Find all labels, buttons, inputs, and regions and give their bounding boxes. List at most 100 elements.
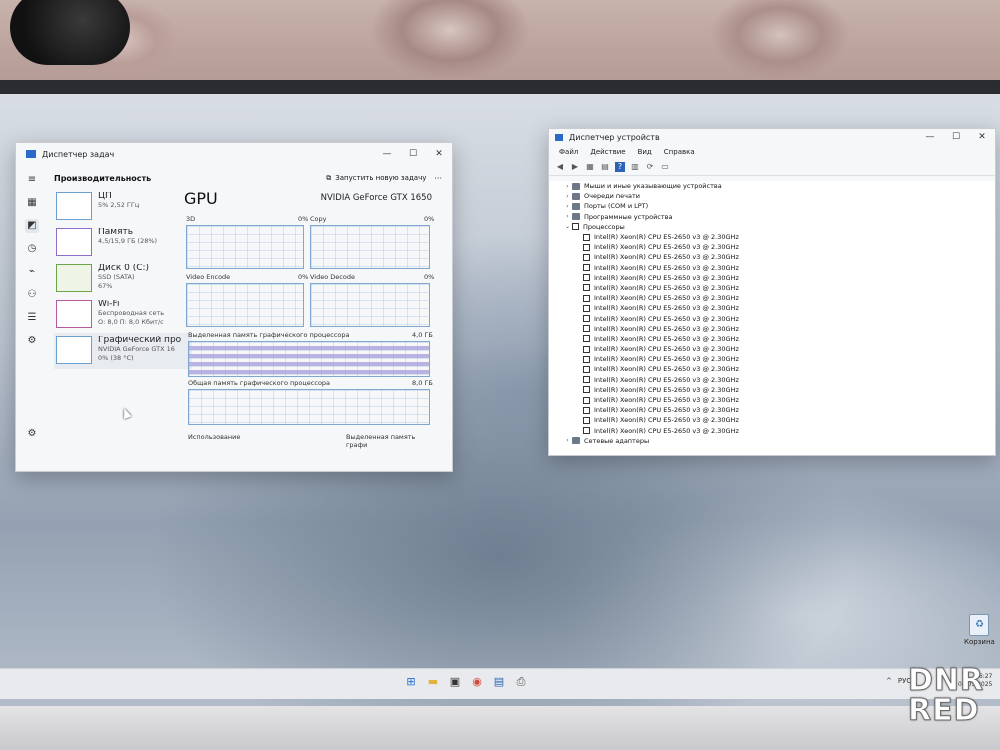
- nav-rail: ≡ ▦ ◩ ◷ ⌁ ⚇ ☰ ⚙ ⚙: [16, 165, 48, 471]
- users-icon[interactable]: ⚇: [25, 288, 39, 302]
- maximize-icon[interactable]: ☐: [943, 132, 969, 142]
- maximize-icon[interactable]: ☐: [400, 149, 426, 159]
- task-manager-window: Диспетчер задач — ☐ ✕ ≡ ▦ ◩ ◷ ⌁ ⚇ ☰ ⚙ ⚙ …: [15, 142, 453, 472]
- more-options-icon[interactable]: ···: [434, 174, 442, 183]
- tree-category[interactable]: › Мыши и иные указывающие устройства: [549, 181, 995, 191]
- perf-item-cpu[interactable]: ЦП 5% 2,52 ГГц: [54, 189, 192, 225]
- menu-action[interactable]: Действие: [590, 148, 625, 156]
- processor-item[interactable]: Intel(R) Xeon(R) CPU E5-2650 v3 @ 2.30GH…: [549, 293, 995, 303]
- camera-object: [10, 0, 130, 65]
- processor-item[interactable]: Intel(R) Xeon(R) CPU E5-2650 v3 @ 2.30GH…: [549, 405, 995, 415]
- hamburger-icon[interactable]: ≡: [25, 173, 39, 187]
- update-driver-icon[interactable]: ⟳: [645, 162, 655, 172]
- services-icon[interactable]: ⚙: [25, 334, 39, 348]
- engine-pct: 0%: [424, 215, 435, 223]
- perf-item-memory[interactable]: Память 4,5/15,9 ГБ (28%): [54, 225, 192, 261]
- collapse-icon[interactable]: ⌄: [563, 223, 572, 230]
- back-arrow-icon[interactable]: ◀: [555, 162, 565, 172]
- list-view-icon[interactable]: ▥: [630, 162, 640, 172]
- close-icon[interactable]: ✕: [426, 149, 452, 159]
- expand-icon[interactable]: ›: [563, 437, 572, 444]
- processor-item[interactable]: Intel(R) Xeon(R) CPU E5-2650 v3 @ 2.30GH…: [549, 313, 995, 323]
- processor-item[interactable]: Intel(R) Xeon(R) CPU E5-2650 v3 @ 2.30GH…: [549, 354, 995, 364]
- app-history-icon[interactable]: ◷: [25, 242, 39, 256]
- start-icon[interactable]: ⊞: [404, 675, 418, 689]
- forward-arrow-icon[interactable]: ▶: [570, 162, 580, 172]
- processor-item[interactable]: Intel(R) Xeon(R) CPU E5-2650 v3 @ 2.30GH…: [549, 375, 995, 385]
- processor-item[interactable]: Intel(R) Xeon(R) CPU E5-2650 v3 @ 2.30GH…: [549, 385, 995, 395]
- minimize-icon[interactable]: —: [374, 149, 400, 159]
- task-manager-taskbar-icon[interactable]: ▤: [492, 675, 506, 689]
- processor-item[interactable]: Intel(R) Xeon(R) CPU E5-2650 v3 @ 2.30GH…: [549, 344, 995, 354]
- tree-category[interactable]: › Порты (COM и LPT): [549, 201, 995, 211]
- processor-item[interactable]: Intel(R) Xeon(R) CPU E5-2650 v3 @ 2.30GH…: [549, 324, 995, 334]
- settings-icon[interactable]: ⚙: [25, 427, 39, 441]
- startup-apps-icon[interactable]: ⌁: [25, 265, 39, 279]
- engine-label[interactable]: Video Decode: [310, 273, 355, 281]
- expand-icon[interactable]: ›: [563, 193, 572, 200]
- processor-label: Intel(R) Xeon(R) CPU E5-2650 v3 @ 2.30GH…: [594, 345, 739, 354]
- tree-category[interactable]: › Сетевые адаптеры: [549, 436, 995, 446]
- processor-icon: [583, 294, 590, 302]
- taskbar: ⊞ ▬ ▣ ◉ ▤ ⎙ ^ РУС 16:27 01.05.2025: [0, 668, 1000, 699]
- tree-category[interactable]: › Очереди печати: [549, 191, 995, 201]
- engine-label[interactable]: Video Encode: [186, 273, 230, 281]
- device-manager-app-icon: [555, 133, 563, 141]
- help-icon[interactable]: ?: [615, 162, 625, 172]
- run-new-task-button[interactable]: ⧉ Запустить новую задачу: [326, 174, 426, 183]
- processor-item[interactable]: Intel(R) Xeon(R) CPU E5-2650 v3 @ 2.30GH…: [549, 252, 995, 262]
- processor-list: Intel(R) Xeon(R) CPU E5-2650 v3 @ 2.30GH…: [549, 232, 995, 436]
- menu-file[interactable]: Файл: [559, 148, 578, 156]
- processor-icon: [583, 335, 590, 343]
- tree-category-label: Очереди печати: [584, 192, 640, 201]
- gpu-panel: GPU NVIDIA GeForce GTX 1650 3D 0% Copy 0…: [184, 189, 438, 471]
- processor-item[interactable]: Intel(R) Xeon(R) CPU E5-2650 v3 @ 2.30GH…: [549, 273, 995, 283]
- recycle-bin-shortcut[interactable]: ♻ Корзина: [964, 614, 995, 646]
- processor-item[interactable]: Intel(R) Xeon(R) CPU E5-2650 v3 @ 2.30GH…: [549, 426, 995, 436]
- processor-item[interactable]: Intel(R) Xeon(R) CPU E5-2650 v3 @ 2.30GH…: [549, 303, 995, 313]
- properties-icon[interactable]: ▤: [600, 162, 610, 172]
- processes-icon[interactable]: ▦: [25, 196, 39, 210]
- tree-category-processors[interactable]: ⌄ Процессоры: [549, 222, 995, 232]
- processor-label: Intel(R) Xeon(R) CPU E5-2650 v3 @ 2.30GH…: [594, 324, 739, 333]
- menu-view[interactable]: Вид: [638, 148, 652, 156]
- performance-icon[interactable]: ◩: [25, 219, 39, 233]
- chrome-icon[interactable]: ◉: [470, 675, 484, 689]
- minimize-icon[interactable]: —: [917, 132, 943, 142]
- processor-item[interactable]: Intel(R) Xeon(R) CPU E5-2650 v3 @ 2.30GH…: [549, 232, 995, 242]
- perf-item-gpu[interactable]: Графический про NVIDIA GeForce GTX 16 0% (…: [54, 333, 192, 369]
- perf-item-name: Диск 0 (C:): [98, 264, 150, 273]
- processor-item[interactable]: Intel(R) Xeon(R) CPU E5-2650 v3 @ 2.30GH…: [549, 415, 995, 425]
- task-manager-app-icon: [26, 150, 36, 158]
- monitor-icon[interactable]: ▭: [660, 162, 670, 172]
- engine-pct: 0%: [298, 273, 309, 281]
- perf-item-wifi[interactable]: Wi-Fi Беспроводная сеть О: 8,0 П: 8,0 Кбит…: [54, 297, 192, 333]
- details-icon[interactable]: ☰: [25, 311, 39, 325]
- tray-chevron-icon[interactable]: ^: [886, 677, 892, 685]
- processor-label: Intel(R) Xeon(R) CPU E5-2650 v3 @ 2.30GH…: [594, 294, 739, 303]
- expand-icon[interactable]: ›: [563, 213, 572, 220]
- file-explorer-icon[interactable]: ▬: [426, 675, 440, 689]
- processor-icon: [583, 253, 590, 261]
- processor-item[interactable]: Intel(R) Xeon(R) CPU E5-2650 v3 @ 2.30GH…: [549, 334, 995, 344]
- processor-icon: [583, 243, 590, 251]
- device-manager-taskbar-icon[interactable]: ⎙: [514, 675, 528, 689]
- processor-label: Intel(R) Xeon(R) CPU E5-2650 v3 @ 2.30GH…: [594, 375, 739, 384]
- engine-label[interactable]: Copy: [310, 215, 327, 223]
- processor-item[interactable]: Intel(R) Xeon(R) CPU E5-2650 v3 @ 2.30GH…: [549, 364, 995, 374]
- processor-item[interactable]: Intel(R) Xeon(R) CPU E5-2650 v3 @ 2.30GH…: [549, 283, 995, 293]
- store-icon[interactable]: ▣: [448, 675, 462, 689]
- processor-item[interactable]: Intel(R) Xeon(R) CPU E5-2650 v3 @ 2.30GH…: [549, 263, 995, 273]
- expand-icon[interactable]: ›: [563, 183, 572, 190]
- tree-view-icon[interactable]: ▦: [585, 162, 595, 172]
- processor-label: Intel(R) Xeon(R) CPU E5-2650 v3 @ 2.30GH…: [594, 243, 739, 252]
- expand-icon[interactable]: ›: [563, 203, 572, 210]
- tree-category[interactable]: › Программные устройства: [549, 212, 995, 222]
- menu-help[interactable]: Справка: [664, 148, 695, 156]
- processor-item[interactable]: Intel(R) Xeon(R) CPU E5-2650 v3 @ 2.30GH…: [549, 242, 995, 252]
- processor-item[interactable]: Intel(R) Xeon(R) CPU E5-2650 v3 @ 2.30GH…: [549, 395, 995, 405]
- engine-label[interactable]: 3D: [186, 215, 195, 223]
- close-icon[interactable]: ✕: [969, 132, 995, 142]
- dedicated-memory-label: Выделенная память графического процессор…: [188, 331, 350, 339]
- perf-item-disk[interactable]: Диск 0 (C:) SSD (SATA) 67%: [54, 261, 192, 297]
